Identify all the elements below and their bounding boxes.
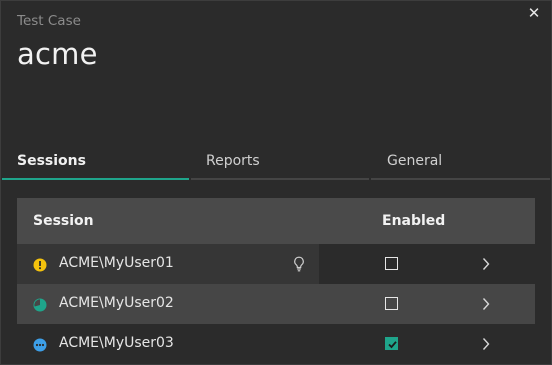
tab-sessions[interactable]: Sessions (2, 148, 189, 180)
session-user: ACME\MyUser03 (59, 335, 174, 351)
chevron-right-icon[interactable] (481, 256, 491, 272)
chevron-right-icon[interactable] (481, 336, 491, 352)
close-icon[interactable]: ✕ (527, 6, 541, 21)
warning-icon (33, 258, 47, 272)
pending-icon (33, 338, 47, 352)
lightbulb-icon[interactable] (292, 256, 306, 272)
tab-label: Reports (206, 153, 260, 169)
table-row[interactable]: ACME\MyUser03 (17, 324, 535, 364)
sessions-table: Session Enabled ACME\MyUser01 ACME\MyUse… (17, 198, 535, 364)
enabled-checkbox[interactable] (385, 297, 398, 310)
session-user: ACME\MyUser02 (59, 295, 174, 311)
progress-icon (33, 298, 47, 312)
table-row[interactable]: ACME\MyUser02 (17, 284, 535, 324)
checkmark-icon (388, 341, 397, 349)
column-header-session[interactable]: Session (33, 213, 94, 229)
dialog-subtitle: Test Case (17, 13, 81, 29)
chevron-right-icon[interactable] (481, 296, 491, 312)
table-header: Session Enabled (17, 198, 535, 244)
tab-bar: Sessions Reports General (2, 148, 550, 180)
session-user: ACME\MyUser01 (59, 255, 174, 271)
tab-label: General (387, 153, 443, 169)
enabled-checkbox[interactable] (385, 257, 398, 270)
tab-general[interactable]: General (371, 148, 550, 180)
dialog-title: acme (17, 37, 98, 71)
column-header-enabled[interactable]: Enabled (382, 213, 445, 229)
table-row[interactable]: ACME\MyUser01 (17, 244, 535, 284)
tab-reports[interactable]: Reports (191, 148, 369, 180)
tab-label: Sessions (17, 153, 86, 169)
enabled-checkbox[interactable] (385, 337, 398, 350)
